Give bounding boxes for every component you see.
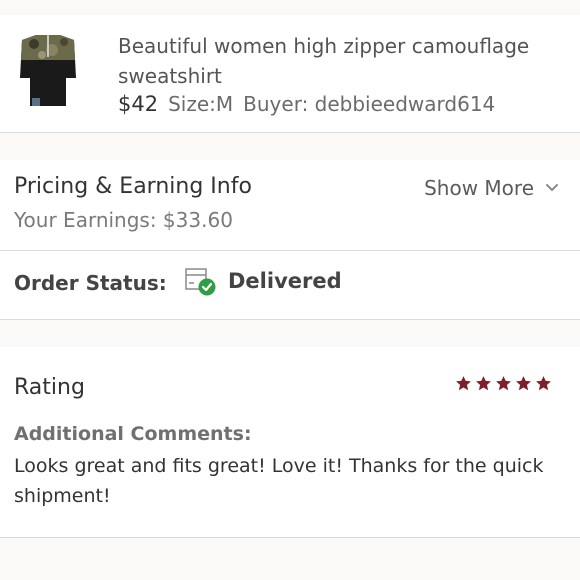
earnings-text: Your Earnings: $33.60 <box>14 208 233 232</box>
item-size: Size:M <box>168 92 234 116</box>
show-more-button[interactable]: Show More <box>424 176 560 200</box>
item-title[interactable]: Beautiful women high zipper camouflage s… <box>118 31 558 91</box>
item-meta: $42 Size:M Buyer: debbieedward614 <box>118 90 495 118</box>
star-icon <box>476 376 491 391</box>
star-icon <box>536 376 551 391</box>
show-more-label: Show More <box>424 176 534 200</box>
star-icon <box>516 376 531 391</box>
rating-section: Rating Additional Comments: Looks great … <box>0 347 580 538</box>
order-status-section: Order Status: Delivered <box>0 251 580 320</box>
item-thumbnail[interactable] <box>14 30 81 110</box>
order-status-value: Delivered <box>228 269 342 293</box>
comments-text: Looks great and fits great! Love it! Tha… <box>14 455 544 507</box>
item-price: $42 <box>118 92 159 116</box>
star-icon <box>456 376 471 391</box>
item-summary[interactable]: Beautiful women high zipper camouflage s… <box>0 15 580 133</box>
pricing-title: Pricing & Earning Info <box>14 174 252 199</box>
rating-stars <box>455 375 552 392</box>
rating-title: Rating <box>14 375 85 400</box>
comments-label: Additional Comments: <box>14 423 252 445</box>
box-check-icon <box>185 268 216 296</box>
chevron-down-icon <box>546 184 558 192</box>
item-buyer[interactable]: Buyer: debbieedward614 <box>243 92 495 116</box>
pricing-section: Pricing & Earning Info Your Earnings: $3… <box>0 160 580 251</box>
star-icon <box>496 376 511 391</box>
order-status-label: Order Status: <box>14 271 167 295</box>
